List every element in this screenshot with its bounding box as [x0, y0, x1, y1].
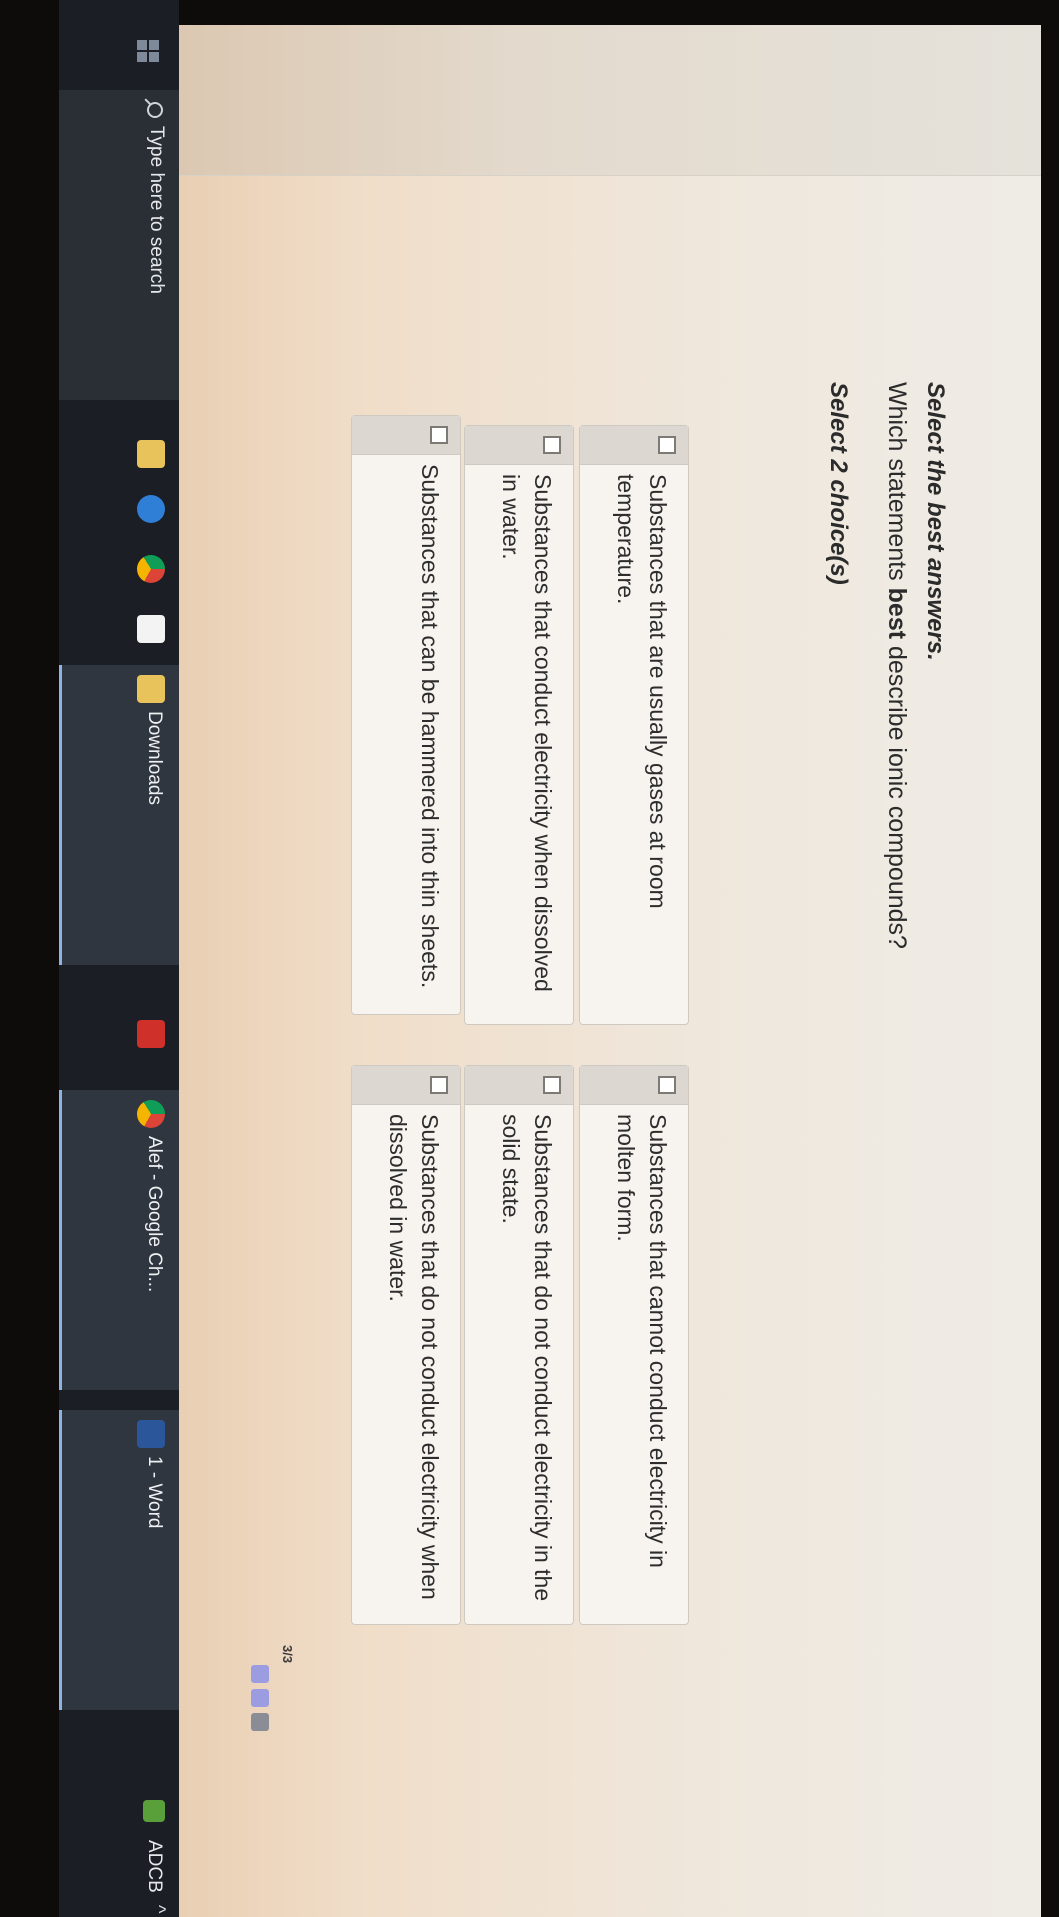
- taskbar-app-edge[interactable]: [59, 485, 179, 540]
- taskbar-app-label: Alef - Google Ch...: [144, 1136, 165, 1293]
- question-heading: Select the best answers.: [922, 382, 949, 661]
- choice-label: Substances that cannot conduct electrici…: [613, 1114, 671, 1568]
- windows-start-icon[interactable]: [137, 40, 159, 62]
- checkbox[interactable]: [658, 436, 676, 454]
- store-icon: [137, 615, 165, 643]
- checkbox[interactable]: [430, 1076, 448, 1094]
- choice-label: Substances that can be hammered into thi…: [417, 464, 443, 989]
- checkbox[interactable]: [543, 436, 561, 454]
- tray-app[interactable]: [59, 1790, 179, 1835]
- checkbox-area[interactable]: [465, 426, 573, 465]
- choice-option[interactable]: Substances that are usually gases at roo…: [579, 425, 689, 1025]
- progress-text: 3/3: [280, 1645, 295, 1664]
- search-placeholder: Type here to search: [146, 126, 167, 294]
- taskbar-app-acrobat[interactable]: [59, 1010, 179, 1070]
- choice-label: Substances that do not conduct electrici…: [385, 1114, 443, 1600]
- chrome-icon: [137, 555, 165, 583]
- checkbox[interactable]: [658, 1076, 676, 1094]
- choice-label: Substances that do not conduct electrici…: [498, 1114, 556, 1602]
- progress-dot[interactable]: [251, 1689, 269, 1707]
- choice-label: Substances that are usually gases at roo…: [613, 474, 671, 909]
- choice-option[interactable]: Substances that do not conduct electrici…: [351, 1065, 461, 1625]
- taskbar-app-label: Downloads: [144, 711, 165, 805]
- folder-app-icon: [137, 440, 165, 468]
- chrome-icon: [137, 1100, 165, 1128]
- acrobat-icon: [137, 1020, 165, 1048]
- choice-option[interactable]: Substances that cannot conduct electrici…: [579, 1065, 689, 1625]
- choice-option[interactable]: Substances that conduct electricity when…: [464, 425, 574, 1025]
- checkbox-area[interactable]: [580, 426, 688, 465]
- taskbar-app-downloads[interactable]: Downloads: [59, 665, 179, 965]
- checkbox-area[interactable]: [352, 416, 460, 455]
- choice-option[interactable]: Substances that can be hammered into thi…: [351, 415, 461, 1015]
- taskbar-app-store[interactable]: [59, 605, 179, 660]
- browser-content: Select the best answers. Which statement…: [179, 25, 1041, 1917]
- choice-label: Substances that conduct electricity when…: [498, 474, 556, 992]
- checkbox-area[interactable]: [580, 1066, 688, 1105]
- word-icon: [137, 1420, 165, 1448]
- select-instruction: Select 2 choice(s): [825, 382, 852, 585]
- checkbox[interactable]: [430, 426, 448, 444]
- question-block: Select the best answers. Which statement…: [824, 380, 949, 1680]
- left-rail: [179, 25, 1041, 175]
- folder-icon: [137, 675, 165, 703]
- tray-label: ADCB: [144, 1840, 165, 1893]
- checkbox-area[interactable]: [465, 1066, 573, 1105]
- chevron-up-icon[interactable]: ^: [148, 1905, 169, 1913]
- checkbox[interactable]: [543, 1076, 561, 1094]
- edge-icon: [137, 495, 165, 523]
- tray-app-icon: [143, 1800, 165, 1822]
- taskbar-app-label: 1 - Word: [144, 1456, 165, 1529]
- choice-option[interactable]: Substances that do not conduct electrici…: [464, 1065, 574, 1625]
- question-text: Which statements best describe ionic com…: [883, 382, 911, 949]
- progress-dot[interactable]: [251, 1713, 269, 1731]
- taskbar-app-chrome-window[interactable]: Alef - Google Ch...: [59, 1090, 179, 1390]
- screen-photo: Select the best answers. Which statement…: [0, 0, 1059, 1917]
- checkbox-area[interactable]: [352, 1066, 460, 1105]
- taskbar-app-word[interactable]: 1 - Word: [59, 1410, 179, 1710]
- taskbar-app-files[interactable]: [59, 430, 179, 485]
- taskbar-app-chrome[interactable]: [59, 545, 179, 600]
- progress-dot[interactable]: [251, 1665, 269, 1683]
- taskbar: Type here to search Downloads Alef - Goo…: [59, 0, 179, 1917]
- search-icon: [147, 102, 163, 118]
- taskbar-search[interactable]: Type here to search: [59, 90, 179, 400]
